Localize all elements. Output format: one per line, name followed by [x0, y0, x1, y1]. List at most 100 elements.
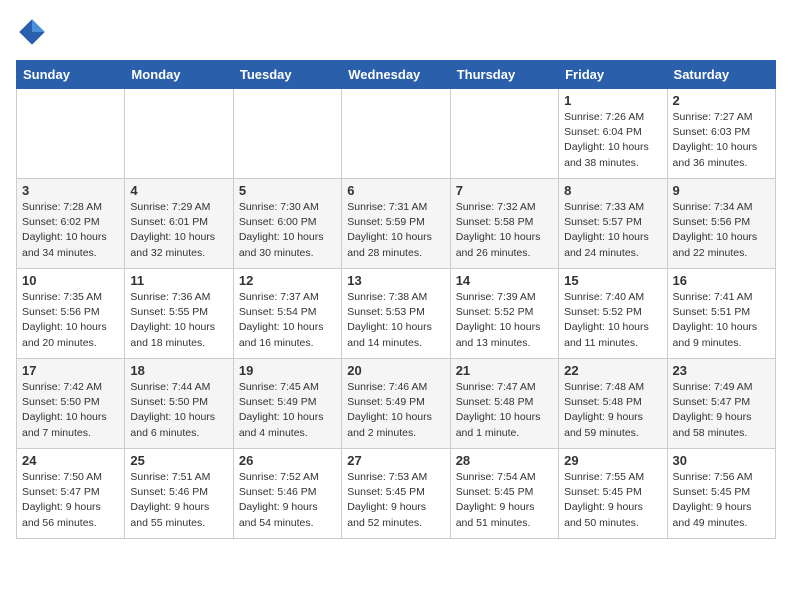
day-info: Sunrise: 7:44 AM Sunset: 5:50 PM Dayligh…	[130, 380, 227, 441]
day-info: Sunrise: 7:27 AM Sunset: 6:03 PM Dayligh…	[673, 110, 770, 171]
day-info: Sunrise: 7:45 AM Sunset: 5:49 PM Dayligh…	[239, 380, 336, 441]
day-header-wednesday: Wednesday	[342, 61, 450, 89]
day-info: Sunrise: 7:31 AM Sunset: 5:59 PM Dayligh…	[347, 200, 444, 261]
day-header-monday: Monday	[125, 61, 233, 89]
day-info: Sunrise: 7:41 AM Sunset: 5:51 PM Dayligh…	[673, 290, 770, 351]
calendar-cell	[17, 89, 125, 179]
day-info: Sunrise: 7:50 AM Sunset: 5:47 PM Dayligh…	[22, 470, 119, 531]
day-info: Sunrise: 7:35 AM Sunset: 5:56 PM Dayligh…	[22, 290, 119, 351]
day-info: Sunrise: 7:55 AM Sunset: 5:45 PM Dayligh…	[564, 470, 661, 531]
day-number: 20	[347, 363, 444, 378]
day-info: Sunrise: 7:26 AM Sunset: 6:04 PM Dayligh…	[564, 110, 661, 171]
week-row-5: 24 Sunrise: 7:50 AM Sunset: 5:47 PM Dayli…	[17, 449, 776, 539]
day-number: 12	[239, 273, 336, 288]
calendar-cell: 2 Sunrise: 7:27 AM Sunset: 6:03 PM Daylig…	[667, 89, 775, 179]
day-number: 3	[22, 183, 119, 198]
day-info: Sunrise: 7:56 AM Sunset: 5:45 PM Dayligh…	[673, 470, 770, 531]
day-number: 6	[347, 183, 444, 198]
calendar-cell	[450, 89, 558, 179]
calendar-cell	[125, 89, 233, 179]
calendar-cell: 8 Sunrise: 7:33 AM Sunset: 5:57 PM Daylig…	[559, 179, 667, 269]
day-info: Sunrise: 7:38 AM Sunset: 5:53 PM Dayligh…	[347, 290, 444, 351]
day-number: 9	[673, 183, 770, 198]
calendar-cell: 21 Sunrise: 7:47 AM Sunset: 5:48 PM Dayli…	[450, 359, 558, 449]
calendar-cell: 24 Sunrise: 7:50 AM Sunset: 5:47 PM Dayli…	[17, 449, 125, 539]
day-number: 18	[130, 363, 227, 378]
day-number: 13	[347, 273, 444, 288]
day-info: Sunrise: 7:40 AM Sunset: 5:52 PM Dayligh…	[564, 290, 661, 351]
calendar-cell: 9Sunrise: 7:34 AM Sunset: 5:56 PM Daylig…	[667, 179, 775, 269]
day-info: Sunrise: 7:49 AM Sunset: 5:47 PM Dayligh…	[673, 380, 770, 441]
day-info: Sunrise: 7:54 AM Sunset: 5:45 PM Dayligh…	[456, 470, 553, 531]
calendar-cell: 11 Sunrise: 7:36 AM Sunset: 5:55 PM Dayli…	[125, 269, 233, 359]
calendar-cell: 27 Sunrise: 7:53 AM Sunset: 5:45 PM Dayli…	[342, 449, 450, 539]
day-number: 17	[22, 363, 119, 378]
calendar-cell: 20 Sunrise: 7:46 AM Sunset: 5:49 PM Dayli…	[342, 359, 450, 449]
day-number: 23	[673, 363, 770, 378]
day-info: Sunrise: 7:48 AM Sunset: 5:48 PM Dayligh…	[564, 380, 661, 441]
day-info: Sunrise: 7:32 AM Sunset: 5:58 PM Dayligh…	[456, 200, 553, 261]
day-info: Sunrise: 7:46 AM Sunset: 5:49 PM Dayligh…	[347, 380, 444, 441]
calendar-cell: 16 Sunrise: 7:41 AM Sunset: 5:51 PM Dayli…	[667, 269, 775, 359]
week-row-1: 1 Sunrise: 7:26 AM Sunset: 6:04 PM Daylig…	[17, 89, 776, 179]
day-info: Sunrise: 7:52 AM Sunset: 5:46 PM Dayligh…	[239, 470, 336, 531]
day-number: 2	[673, 93, 770, 108]
day-info: Sunrise: 7:39 AM Sunset: 5:52 PM Dayligh…	[456, 290, 553, 351]
day-number: 8	[564, 183, 661, 198]
day-number: 27	[347, 453, 444, 468]
day-info: Sunrise: 7:51 AM Sunset: 5:46 PM Dayligh…	[130, 470, 227, 531]
calendar-cell: 26 Sunrise: 7:52 AM Sunset: 5:46 PM Dayli…	[233, 449, 341, 539]
calendar-cell: 25 Sunrise: 7:51 AM Sunset: 5:46 PM Dayli…	[125, 449, 233, 539]
day-number: 11	[130, 273, 227, 288]
header	[16, 16, 776, 48]
day-header-sunday: Sunday	[17, 61, 125, 89]
calendar-cell: 3 Sunrise: 7:28 AM Sunset: 6:02 PM Daylig…	[17, 179, 125, 269]
day-info: Sunrise: 7:47 AM Sunset: 5:48 PM Dayligh…	[456, 380, 553, 441]
day-info: Sunrise: 7:36 AM Sunset: 5:55 PM Dayligh…	[130, 290, 227, 351]
day-number: 28	[456, 453, 553, 468]
calendar-cell: 22 Sunrise: 7:48 AM Sunset: 5:48 PM Dayli…	[559, 359, 667, 449]
calendar-cell: 30 Sunrise: 7:56 AM Sunset: 5:45 PM Dayli…	[667, 449, 775, 539]
day-number: 25	[130, 453, 227, 468]
day-number: 16	[673, 273, 770, 288]
calendar-cell: 12 Sunrise: 7:37 AM Sunset: 5:54 PM Dayli…	[233, 269, 341, 359]
calendar-cell: 23 Sunrise: 7:49 AM Sunset: 5:47 PM Dayli…	[667, 359, 775, 449]
calendar-cell: 13 Sunrise: 7:38 AM Sunset: 5:53 PM Dayli…	[342, 269, 450, 359]
day-header-friday: Friday	[559, 61, 667, 89]
day-number: 30	[673, 453, 770, 468]
calendar-table: SundayMondayTuesdayWednesdayThursdayFrid…	[16, 60, 776, 539]
day-number: 7	[456, 183, 553, 198]
day-number: 29	[564, 453, 661, 468]
week-row-3: 10 Sunrise: 7:35 AM Sunset: 5:56 PM Dayli…	[17, 269, 776, 359]
calendar-cell: 17 Sunrise: 7:42 AM Sunset: 5:50 PM Dayli…	[17, 359, 125, 449]
day-number: 10	[22, 273, 119, 288]
day-number: 14	[456, 273, 553, 288]
day-info: Sunrise: 7:28 AM Sunset: 6:02 PM Dayligh…	[22, 200, 119, 261]
logo	[16, 16, 52, 48]
calendar-cell: 5Sunrise: 7:30 AM Sunset: 6:00 PM Daylig…	[233, 179, 341, 269]
day-header-thursday: Thursday	[450, 61, 558, 89]
day-number: 26	[239, 453, 336, 468]
week-row-2: 3 Sunrise: 7:28 AM Sunset: 6:02 PM Daylig…	[17, 179, 776, 269]
day-number: 22	[564, 363, 661, 378]
day-info: Sunrise: 7:37 AM Sunset: 5:54 PM Dayligh…	[239, 290, 336, 351]
day-info: Sunrise: 7:53 AM Sunset: 5:45 PM Dayligh…	[347, 470, 444, 531]
calendar-cell: 15 Sunrise: 7:40 AM Sunset: 5:52 PM Dayli…	[559, 269, 667, 359]
calendar-cell: 4Sunrise: 7:29 AM Sunset: 6:01 PM Daylig…	[125, 179, 233, 269]
calendar-header-row: SundayMondayTuesdayWednesdayThursdayFrid…	[17, 61, 776, 89]
calendar-cell: 19Sunrise: 7:45 AM Sunset: 5:49 PM Dayli…	[233, 359, 341, 449]
day-header-tuesday: Tuesday	[233, 61, 341, 89]
calendar-cell: 10 Sunrise: 7:35 AM Sunset: 5:56 PM Dayli…	[17, 269, 125, 359]
day-info: Sunrise: 7:33 AM Sunset: 5:57 PM Dayligh…	[564, 200, 661, 261]
calendar-cell: 29 Sunrise: 7:55 AM Sunset: 5:45 PM Dayli…	[559, 449, 667, 539]
day-number: 1	[564, 93, 661, 108]
day-info: Sunrise: 7:42 AM Sunset: 5:50 PM Dayligh…	[22, 380, 119, 441]
calendar-cell: 14 Sunrise: 7:39 AM Sunset: 5:52 PM Dayli…	[450, 269, 558, 359]
day-number: 4	[130, 183, 227, 198]
calendar-cell	[233, 89, 341, 179]
day-number: 24	[22, 453, 119, 468]
calendar-cell: 18 Sunrise: 7:44 AM Sunset: 5:50 PM Dayli…	[125, 359, 233, 449]
day-number: 15	[564, 273, 661, 288]
calendar-cell	[342, 89, 450, 179]
day-number: 21	[456, 363, 553, 378]
